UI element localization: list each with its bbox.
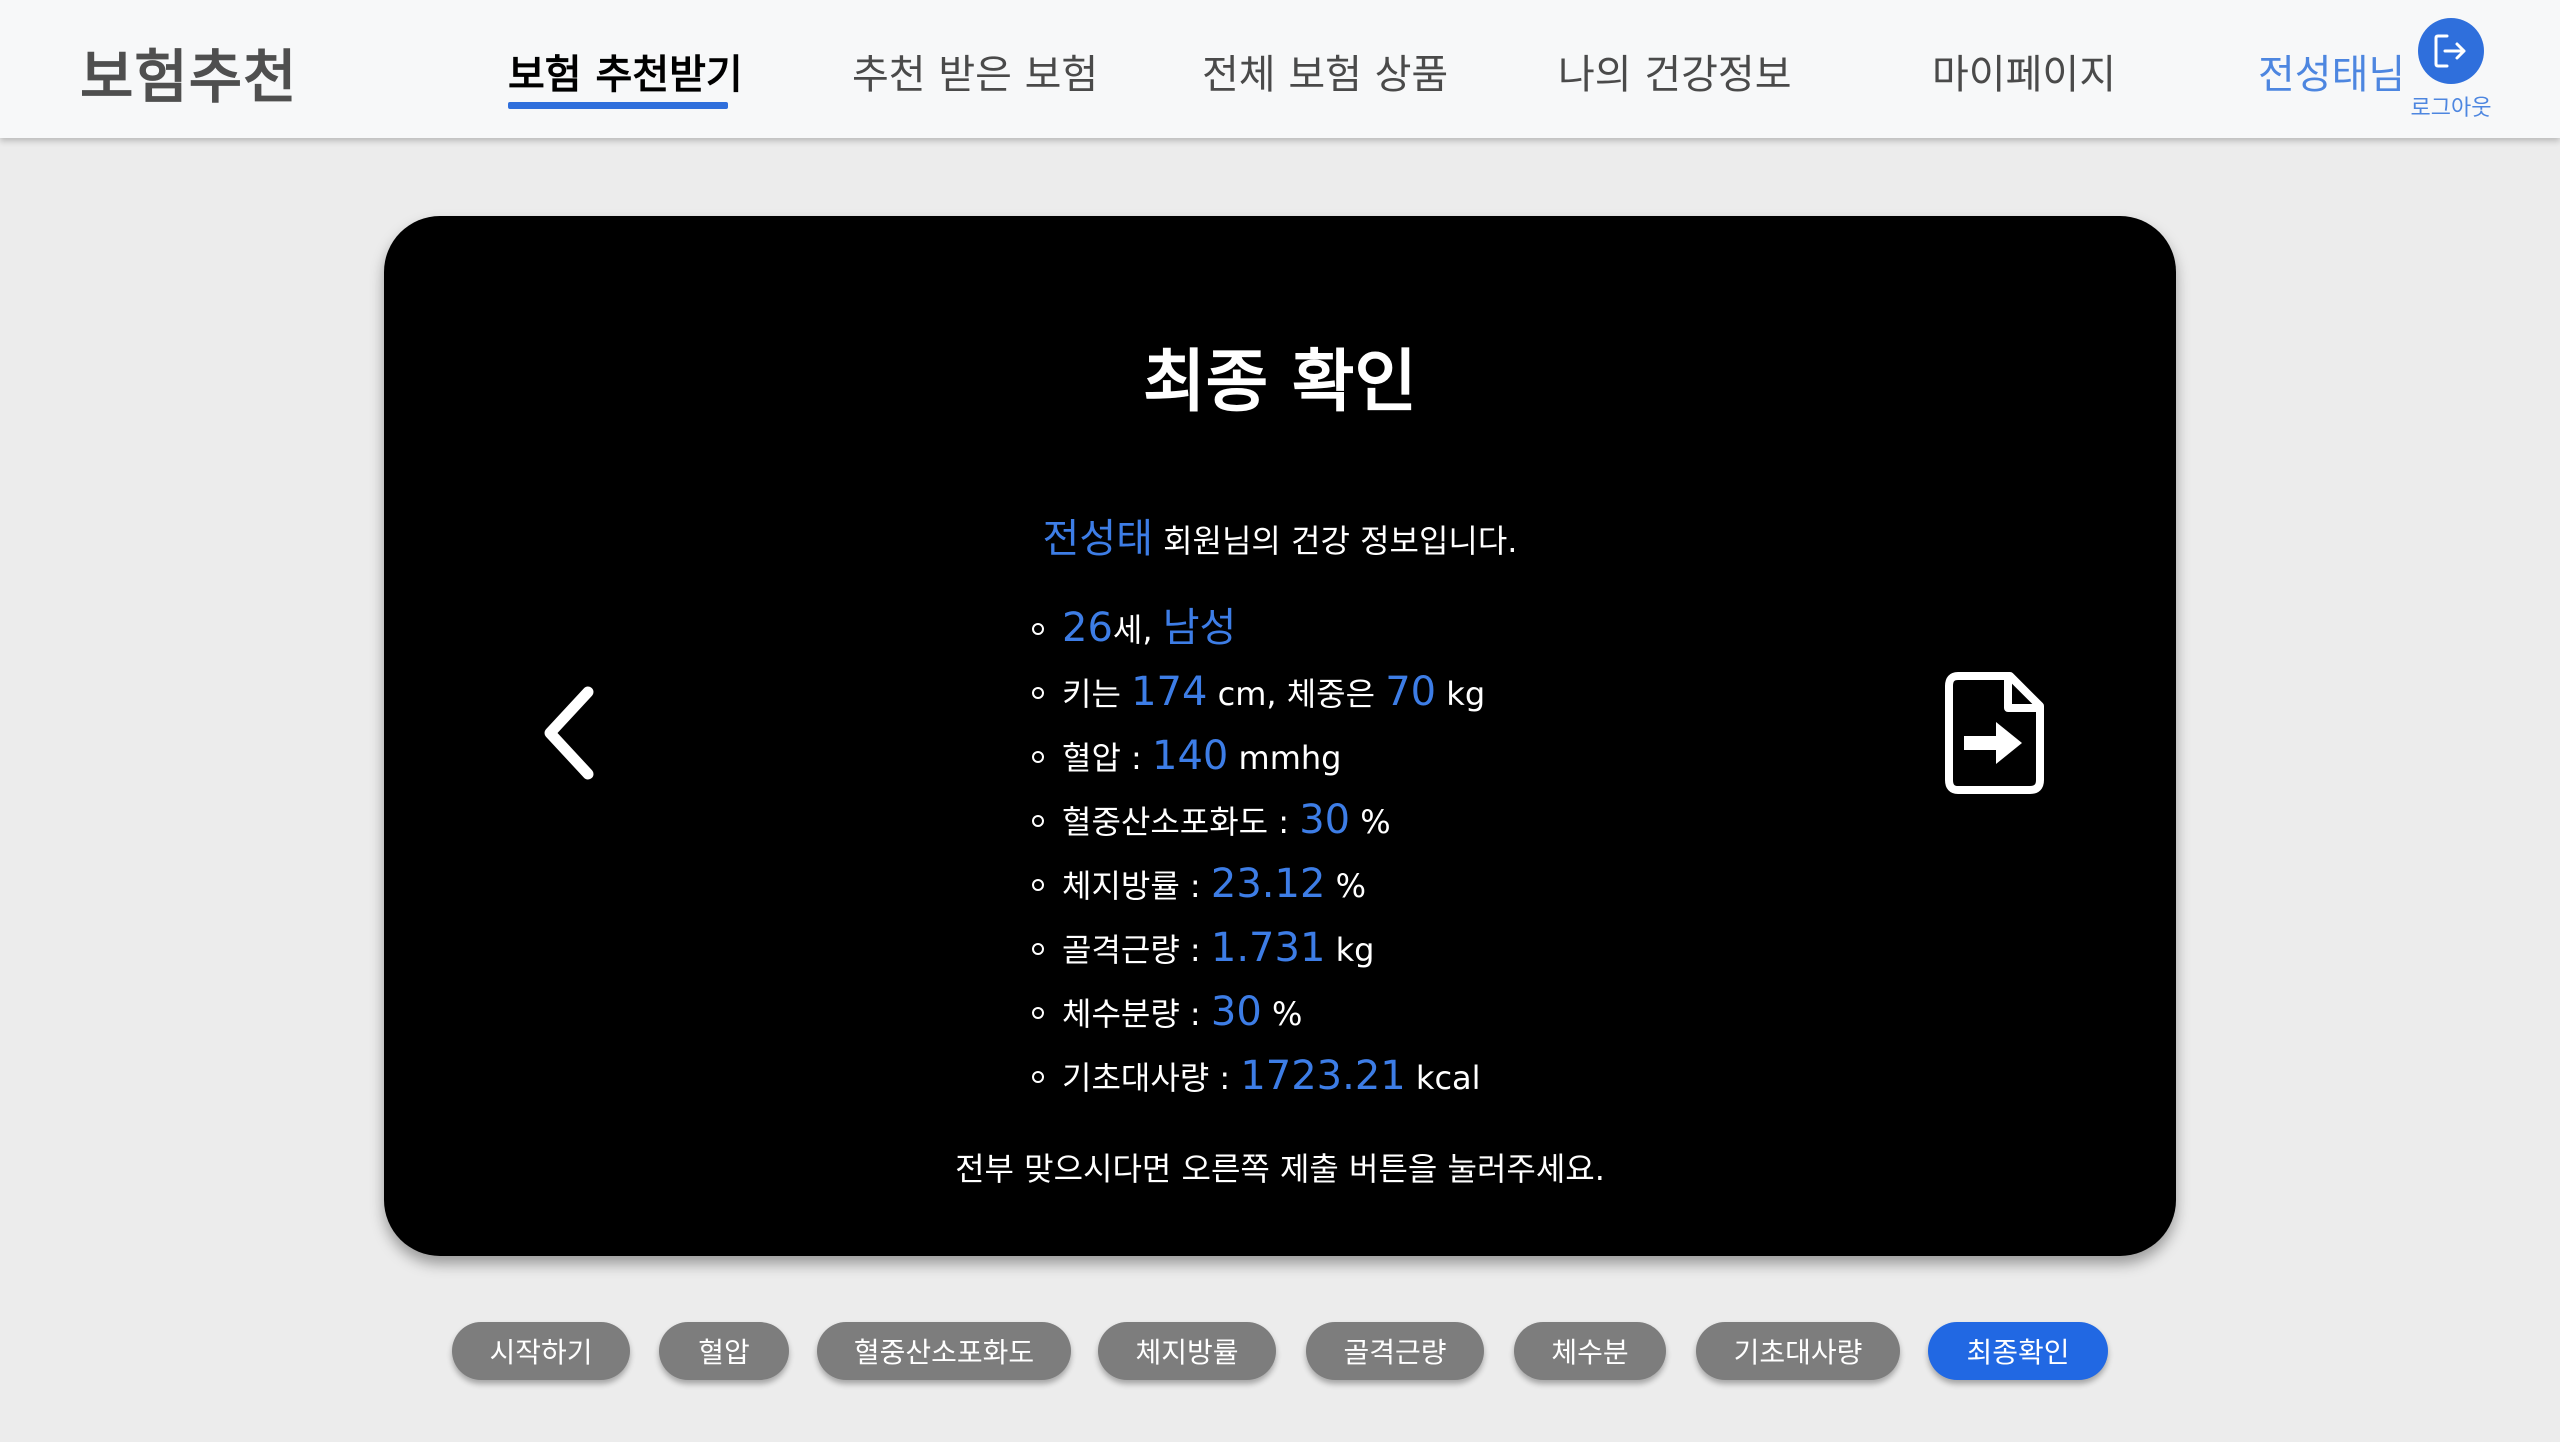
logout-label: 로그아웃 bbox=[2410, 96, 2492, 121]
intro-text: 전성태 회원님의 건강 정보입니다. bbox=[384, 506, 2176, 564]
card-title: 최종 확인 bbox=[1143, 343, 1417, 422]
step-body-fat[interactable]: 체지방률 bbox=[1098, 1322, 1276, 1380]
step-bmr[interactable]: 기초대사량 bbox=[1696, 1322, 1900, 1380]
info-height-weight: 키는 174 cm, 체중은 70 kg bbox=[1032, 660, 1485, 724]
back-button[interactable] bbox=[536, 678, 606, 792]
water-value: 30 bbox=[1210, 989, 1262, 1035]
file-arrow-right-icon bbox=[1945, 672, 2044, 794]
step-body-water[interactable]: 체수분 bbox=[1514, 1322, 1666, 1380]
age-unit: 세, bbox=[1112, 611, 1163, 649]
step-spo2[interactable]: 혈중산소포화도 bbox=[817, 1322, 1071, 1380]
step-start[interactable]: 시작하기 bbox=[452, 1322, 630, 1380]
logout-icon bbox=[2418, 18, 2484, 84]
app-logo[interactable]: 보험추천 bbox=[80, 30, 297, 114]
weight-value: 70 bbox=[1385, 669, 1437, 715]
bp-value: 140 bbox=[1152, 733, 1229, 779]
bp-unit: mmhg bbox=[1228, 739, 1342, 777]
top-header: 보험추천 보험 추천받기 추천 받은 보험 전체 보험 상품 나의 건강정보 마… bbox=[0, 0, 2560, 138]
nav-recommended-insurance[interactable]: 추천 받은 보험 bbox=[852, 42, 1098, 100]
nav-active-indicator bbox=[508, 102, 728, 109]
info-blood-pressure: 혈압 : 140 mmhg bbox=[1032, 724, 1485, 788]
bp-label: 혈압 : bbox=[1062, 739, 1153, 777]
spo2-unit: % bbox=[1350, 803, 1391, 841]
step-navigation: 시작하기 혈압 혈중산소포화도 체지방률 골격근량 체수분 기초대사량 최종확인 bbox=[0, 1322, 2560, 1382]
water-unit: % bbox=[1261, 995, 1303, 1033]
water-label: 체수분량 : bbox=[1062, 995, 1211, 1033]
submit-button[interactable] bbox=[1944, 670, 2048, 800]
confirmation-card: 최종 확인 전성태 회원님의 건강 정보입니다. 26세, 남성 키는 174 … bbox=[384, 216, 2176, 1256]
nav-all-products[interactable]: 전체 보험 상품 bbox=[1202, 42, 1448, 100]
user-name: 전성태님 bbox=[2258, 52, 2406, 98]
nav-my-health[interactable]: 나의 건강정보 bbox=[1558, 42, 1792, 100]
height-value: 174 bbox=[1131, 669, 1208, 715]
height-label: 키는 bbox=[1062, 675, 1132, 713]
info-body-water: 체수분량 : 30 % bbox=[1032, 980, 1485, 1044]
muscle-value: 1.731 bbox=[1210, 925, 1326, 971]
logout-button[interactable]: 로그아웃 bbox=[2408, 16, 2494, 121]
info-age-gender: 26세, 남성 bbox=[1032, 596, 1485, 660]
gender-value: 남성 bbox=[1162, 605, 1237, 651]
nav-mypage[interactable]: 마이페이지 bbox=[1932, 42, 2116, 100]
health-info-list: 26세, 남성 키는 174 cm, 체중은 70 kg 혈압 : 140 mm… bbox=[1032, 596, 1485, 1108]
nav-recommend[interactable]: 보험 추천받기 bbox=[508, 42, 743, 100]
info-muscle: 골격근량 : 1.731 kg bbox=[1032, 916, 1485, 980]
muscle-unit: kg bbox=[1325, 931, 1375, 969]
member-name: 전성태 bbox=[1042, 516, 1153, 562]
info-body-fat: 체지방률 : 23.12 % bbox=[1032, 852, 1485, 916]
weight-unit: kg bbox=[1436, 675, 1486, 713]
bmr-unit: kcal bbox=[1405, 1059, 1481, 1097]
muscle-label: 골격근량 : bbox=[1062, 931, 1211, 969]
step-final-confirm[interactable]: 최종확인 bbox=[1928, 1322, 2108, 1380]
step-blood-pressure[interactable]: 혈압 bbox=[659, 1322, 789, 1380]
fat-value: 23.12 bbox=[1210, 861, 1326, 907]
info-bmr: 기초대사량 : 1723.21 kcal bbox=[1032, 1044, 1485, 1108]
fat-unit: % bbox=[1325, 867, 1366, 905]
step-muscle[interactable]: 골격근량 bbox=[1306, 1322, 1484, 1380]
info-spo2: 혈중산소포화도 : 30 % bbox=[1032, 788, 1485, 852]
intro-suffix: 회원님의 건강 정보입니다. bbox=[1152, 522, 1518, 560]
age-value: 26 bbox=[1062, 605, 1113, 651]
bmr-value: 1723.21 bbox=[1240, 1053, 1406, 1099]
chevron-left-icon bbox=[544, 686, 594, 780]
spo2-value: 30 bbox=[1299, 797, 1351, 843]
height-unit: cm, 체중은 bbox=[1207, 675, 1386, 713]
fat-label: 체지방률 : bbox=[1062, 867, 1211, 905]
spo2-label: 혈중산소포화도 : bbox=[1062, 803, 1300, 841]
confirm-instruction: 전부 맞으시다면 오른쪽 제출 버튼을 눌러주세요. bbox=[955, 1150, 1605, 1188]
bmr-label: 기초대사량 : bbox=[1062, 1059, 1241, 1097]
